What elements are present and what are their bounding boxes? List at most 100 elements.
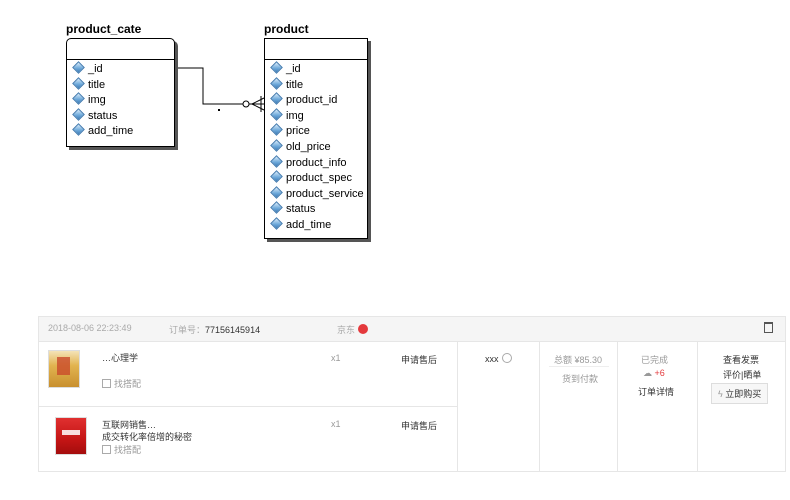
- entity-field: product_service: [270, 185, 367, 203]
- entity-field: title: [72, 76, 174, 94]
- entity-product-cate: _idtitle img status add_time: [66, 38, 175, 147]
- find-match-link[interactable]: 找搭配: [102, 443, 141, 456]
- crows-foot-circle: [242, 100, 250, 108]
- buyer-label: xxx: [485, 354, 499, 364]
- field-name: img: [88, 94, 106, 107]
- order-header: 2018-08-06 22:23:49 订单号：77156145914 京东: [39, 317, 785, 342]
- match-icon: [102, 379, 111, 388]
- delete-order-icon[interactable]: [764, 322, 773, 333]
- attribute-diamond-icon: [270, 139, 283, 152]
- column-divider: [697, 341, 698, 471]
- attribute-diamond-icon: [270, 170, 283, 184]
- attribute-diamond-icon: [270, 92, 283, 106]
- field-name: title: [88, 78, 106, 91]
- entity-field: product_info: [270, 154, 367, 172]
- attribute-diamond-icon: [270, 201, 283, 215]
- attribute-diamond-icon: [270, 61, 283, 74]
- field-name: _id: [286, 63, 301, 75]
- entity-field: add_time: [72, 123, 174, 140]
- entity-field: img: [72, 92, 174, 109]
- entity-field: img: [270, 107, 367, 125]
- field-name: product_spec: [286, 172, 353, 185]
- entity-field: status: [72, 107, 174, 125]
- entity-fields: _idtitle product_idimg price old_priceprodu…: [265, 60, 367, 238]
- entity-field: status: [270, 201, 367, 218]
- entity-field: price: [270, 123, 367, 140]
- points-value: +6: [654, 368, 665, 378]
- row-divider: [39, 406, 457, 407]
- entity-field: title: [270, 76, 367, 94]
- entity-field: _id: [72, 61, 174, 78]
- attribute-diamond-icon: [72, 107, 85, 121]
- field-name: add_time: [286, 218, 332, 231]
- points-earned: ☁ +6: [643, 368, 665, 379]
- match-icon: [102, 445, 111, 454]
- field-name: product_id: [286, 94, 338, 107]
- order-total: 总额 ¥85.30: [554, 355, 603, 365]
- attribute-diamond-icon: [72, 92, 85, 106]
- find-match-label: 找搭配: [114, 379, 142, 389]
- order-number-label: 订单号：77156145914: [169, 323, 260, 336]
- view-invoice-link[interactable]: 查看发票: [723, 353, 759, 366]
- entity-field: _id: [270, 61, 367, 78]
- column-divider: [539, 341, 540, 471]
- entity-field: product_spec: [270, 170, 367, 187]
- lightning-icon: ϟ: [718, 389, 723, 399]
- order-number[interactable]: 77156145914: [205, 325, 260, 335]
- order-card: 2018-08-06 22:23:49 订单号：77156145914 京东 ……: [38, 316, 786, 472]
- entity-fields: _idtitle img status add_time: [67, 60, 174, 144]
- product-title-line2[interactable]: 成交转化率倍增的秘密: [102, 430, 192, 443]
- buyer-name[interactable]: xxx: [485, 353, 512, 364]
- field-name: product_info: [286, 156, 347, 169]
- field-name: add_time: [88, 125, 134, 138]
- attribute-diamond-icon: [270, 217, 283, 230]
- crows-foot-lower: [251, 103, 265, 111]
- shop-label: 京东: [337, 325, 356, 335]
- crows-foot-upper: [251, 97, 265, 105]
- entity-header: [265, 39, 367, 60]
- attribute-diamond-icon: [72, 123, 85, 137]
- entity-product: _idtitle product_idimg price old_priceprodu…: [264, 38, 368, 239]
- shop-chat-icon[interactable]: [358, 324, 369, 334]
- field-name: _id: [88, 63, 103, 75]
- attribute-diamond-icon: [270, 154, 283, 168]
- attribute-diamond-icon: [270, 123, 283, 137]
- field-name: title: [286, 78, 304, 91]
- find-match-label: 找搭配: [114, 445, 142, 455]
- field-name: old_price: [286, 140, 331, 153]
- attribute-diamond-icon: [72, 76, 85, 90]
- buy-again-label: 立即购买: [725, 389, 762, 399]
- column-divider: [617, 341, 618, 471]
- cloud-icon: ☁: [643, 368, 652, 378]
- entity-field: old_price: [270, 139, 367, 156]
- field-name: status: [88, 109, 118, 122]
- entity-field: add_time: [270, 217, 367, 234]
- item-quantity: x1: [331, 353, 341, 363]
- after-sales-link[interactable]: 申请售后: [401, 353, 437, 366]
- attribute-diamond-icon: [270, 107, 283, 121]
- field-name: product_service: [286, 187, 364, 200]
- shop-name[interactable]: 京东: [337, 323, 369, 336]
- attribute-diamond-icon: [270, 76, 283, 90]
- order-detail-link[interactable]: 订单详情: [638, 385, 674, 398]
- find-match-link[interactable]: 找搭配: [102, 377, 141, 390]
- item-quantity: x1: [331, 419, 341, 429]
- product-title[interactable]: …心理学: [102, 351, 138, 364]
- after-sales-link[interactable]: 申请售后: [401, 419, 437, 432]
- product-thumbnail[interactable]: [48, 350, 80, 388]
- product-thumbnail[interactable]: [55, 417, 87, 455]
- amount-divider: [549, 366, 609, 367]
- field-name: img: [286, 109, 304, 122]
- attribute-diamond-icon: [72, 61, 85, 74]
- field-name: price: [286, 125, 310, 138]
- order-number-prefix: 订单号：: [169, 325, 206, 335]
- entity-title-product-cate: product_cate: [66, 22, 142, 36]
- field-name: status: [286, 203, 316, 216]
- order-datetime: 2018-08-06 22:23:49: [48, 323, 132, 333]
- entity-header: [67, 39, 174, 60]
- attribute-diamond-icon: [270, 185, 283, 199]
- review-link[interactable]: 评价|晒单: [723, 368, 761, 381]
- payment-method: 货到付款: [562, 374, 599, 384]
- user-icon: [501, 353, 512, 363]
- buy-again-button[interactable]: ϟ 立即购买: [711, 383, 769, 404]
